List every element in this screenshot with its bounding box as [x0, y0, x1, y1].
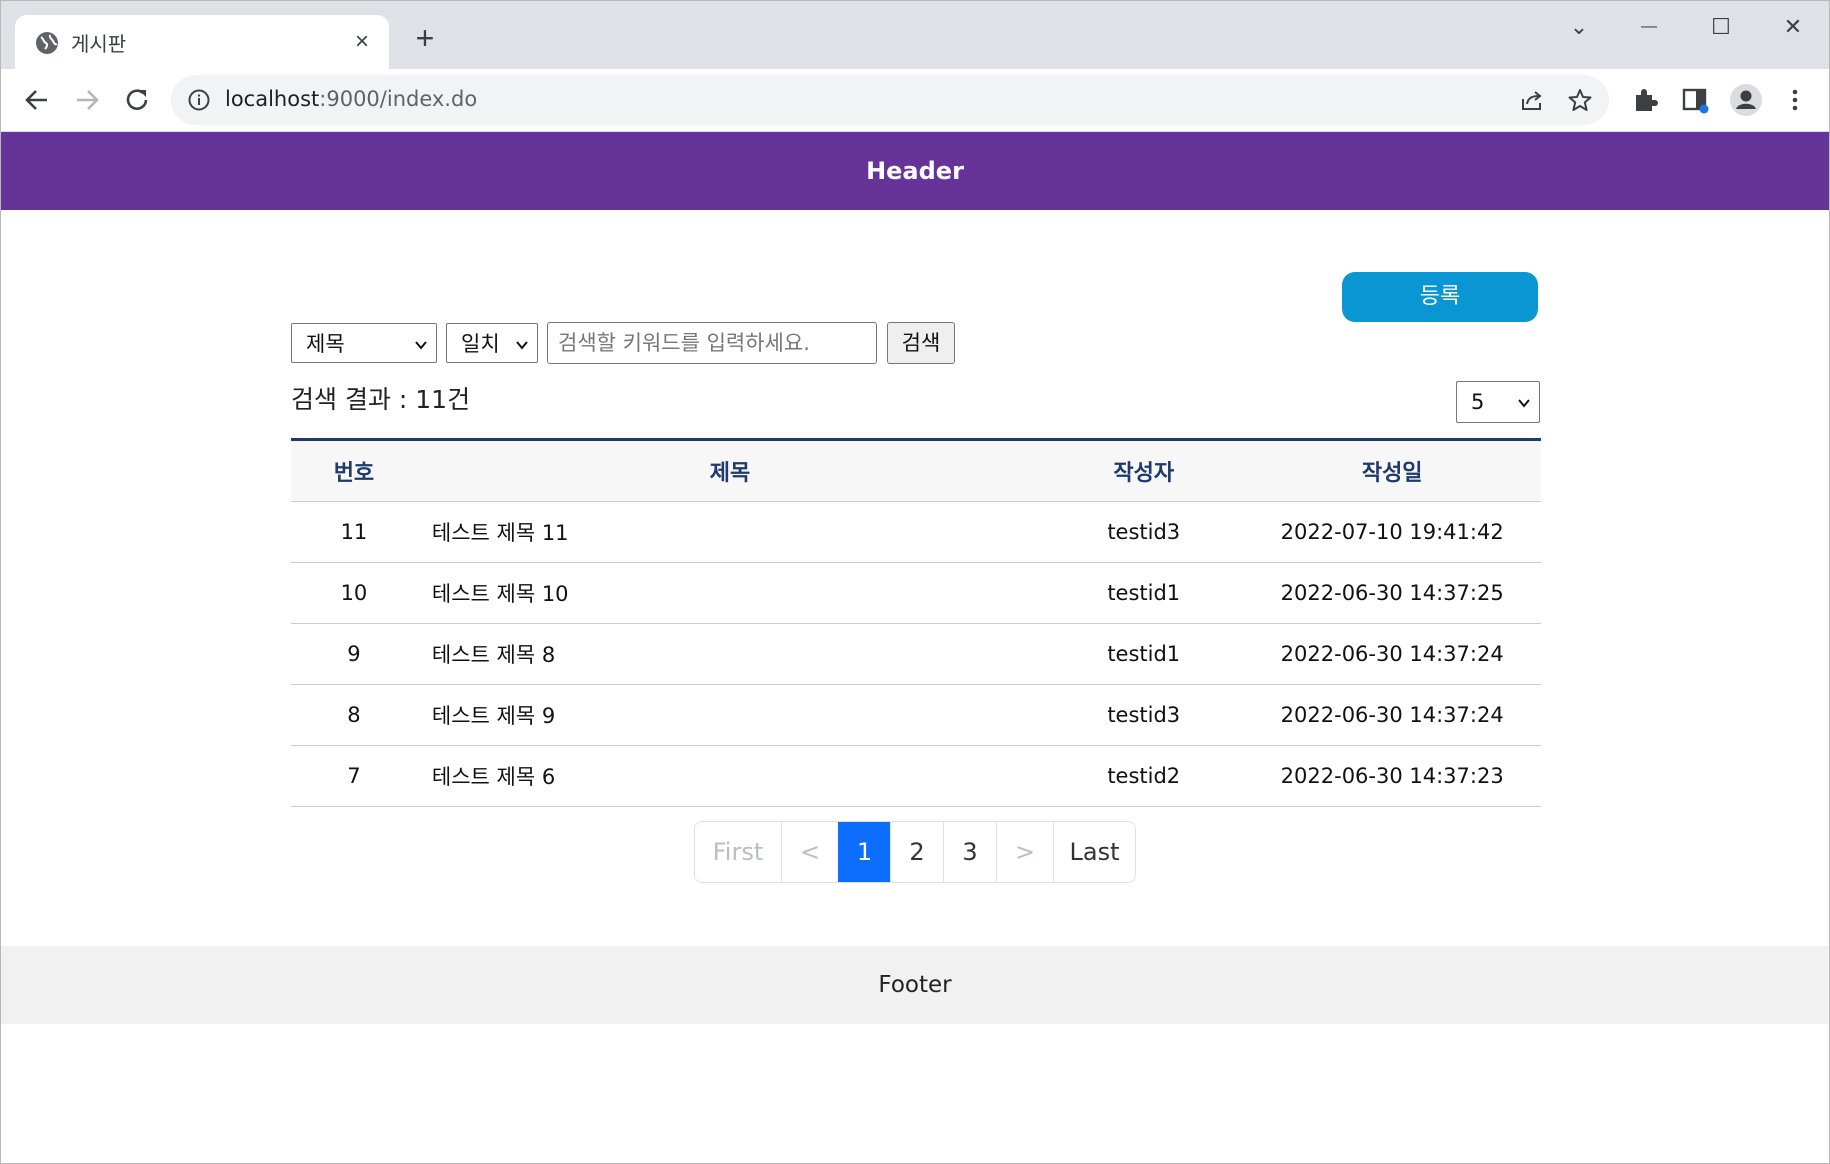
- back-arrow-icon[interactable]: [19, 82, 55, 118]
- pagination-page-3[interactable]: 3: [943, 822, 996, 882]
- url-path: :9000/index.do: [319, 87, 478, 111]
- post-date: 2022-06-30 14:37:24: [1243, 623, 1541, 685]
- result-count: 검색 결과 : 11건: [291, 385, 471, 414]
- post-title-link[interactable]: 테스트 제목 10: [416, 562, 1045, 624]
- post-title-link[interactable]: 테스트 제목 9: [416, 684, 1045, 746]
- share-icon[interactable]: [1519, 87, 1545, 113]
- page-size-select[interactable]: 5: [1456, 381, 1540, 423]
- pagination-page-2[interactable]: 2: [890, 822, 943, 882]
- column-header-writer: 작성자: [1044, 438, 1244, 502]
- bookmark-star-icon[interactable]: [1567, 87, 1593, 113]
- tab-close-icon[interactable]: ×: [349, 29, 375, 55]
- post-writer: testid1: [1044, 623, 1244, 685]
- post-number: 8: [291, 684, 417, 746]
- search-field-value: 제목: [306, 332, 345, 356]
- column-header-number: 번호: [291, 438, 417, 502]
- browser-tab[interactable]: 게시판 ×: [15, 15, 389, 69]
- post-number: 11: [291, 501, 417, 563]
- tab-search-dropdown-icon[interactable]: ⌄: [1549, 9, 1609, 45]
- register-button[interactable]: 등록: [1342, 272, 1538, 322]
- pagination-prev[interactable]: <: [781, 822, 838, 882]
- more-menu-icon[interactable]: [1781, 86, 1809, 114]
- post-writer: testid3: [1044, 501, 1244, 563]
- maximize-button[interactable]: ☐: [1691, 9, 1751, 45]
- page-size-value: 5: [1471, 390, 1485, 414]
- site-footer: Footer: [1, 946, 1829, 1024]
- table-header-row: 번호 제목 작성자 작성일: [291, 438, 1541, 502]
- address-bar[interactable]: localhost:9000/index.do: [171, 75, 1609, 125]
- post-title-link[interactable]: 테스트 제목 8: [416, 623, 1045, 685]
- browser-toolbar: localhost:9000/index.do: [1, 69, 1829, 132]
- table-row[interactable]: 10 테스트 제목 10 testid1 2022-06-30 14:37:25: [291, 562, 1541, 624]
- new-tab-button[interactable]: +: [409, 22, 441, 55]
- url-host: localhost: [225, 87, 320, 111]
- site-header: Header: [1, 132, 1829, 210]
- search-button[interactable]: 검색: [887, 322, 955, 364]
- search-keyword-input[interactable]: 검색할 키워드를 입력하세요.: [547, 322, 877, 364]
- close-window-button[interactable]: ✕: [1763, 9, 1823, 45]
- browser-window: 게시판 × + ⌄ — ☐ ✕ localhost:9000/index.do: [0, 0, 1830, 1164]
- post-date: 2022-07-10 19:41:42: [1243, 501, 1541, 563]
- post-writer: testid2: [1044, 745, 1244, 807]
- side-panel-icon[interactable]: [1681, 86, 1709, 114]
- pagination-next[interactable]: >: [996, 822, 1053, 882]
- post-writer: testid3: [1044, 684, 1244, 746]
- post-title-link[interactable]: 테스트 제목 11: [416, 501, 1045, 563]
- pagination: First < 1 2 3 > Last: [694, 821, 1136, 883]
- post-number: 9: [291, 623, 417, 685]
- pagination-page-1[interactable]: 1: [838, 822, 890, 882]
- table-row[interactable]: 7 테스트 제목 6 testid2 2022-06-30 14:37:23: [291, 745, 1541, 807]
- search-match-select[interactable]: 일치: [446, 323, 538, 363]
- column-header-date: 작성일: [1243, 438, 1541, 502]
- table-row[interactable]: 11 테스트 제목 11 testid3 2022-07-10 19:41:42: [291, 501, 1541, 563]
- chevron-down-icon: [1518, 399, 1530, 408]
- pagination-last[interactable]: Last: [1053, 822, 1135, 882]
- site-info-icon[interactable]: [187, 88, 211, 112]
- post-title-link[interactable]: 테스트 제목 6: [416, 745, 1045, 807]
- column-header-title: 제목: [416, 438, 1045, 502]
- post-number: 10: [291, 562, 417, 624]
- post-date: 2022-06-30 14:37:25: [1243, 562, 1541, 624]
- chevron-down-icon: [516, 341, 528, 350]
- post-number: 7: [291, 745, 417, 807]
- post-writer: testid1: [1044, 562, 1244, 624]
- search-field-select[interactable]: 제목: [291, 323, 437, 363]
- extensions-puzzle-icon[interactable]: [1631, 86, 1659, 114]
- post-date: 2022-06-30 14:37:24: [1243, 684, 1541, 746]
- pagination-first[interactable]: First: [695, 822, 781, 882]
- tab-strip: 게시판 × + ⌄ — ☐ ✕: [1, 1, 1829, 69]
- reload-icon[interactable]: [119, 82, 155, 118]
- post-date: 2022-06-30 14:37:23: [1243, 745, 1541, 807]
- profile-avatar-icon[interactable]: [1729, 83, 1763, 117]
- tab-title: 게시판: [71, 32, 127, 56]
- forward-arrow-icon[interactable]: [69, 82, 105, 118]
- url-text[interactable]: localhost:9000/index.do: [225, 87, 477, 111]
- minimize-button[interactable]: —: [1619, 9, 1679, 45]
- table-row[interactable]: 9 테스트 제목 8 testid1 2022-06-30 14:37:24: [291, 623, 1541, 685]
- search-match-value: 일치: [461, 332, 500, 356]
- chevron-down-icon: [415, 341, 427, 350]
- board-table: 번호 제목 작성자 작성일 11 테스트 제목 11 testid3 2022-…: [291, 438, 1541, 807]
- page-content: Header 등록 제목 일치 검색할 키워드를 입력하세요. 검색 검색 결과…: [1, 132, 1829, 1163]
- table-row[interactable]: 8 테스트 제목 9 testid3 2022-06-30 14:37:24: [291, 684, 1541, 746]
- globe-icon: [36, 32, 58, 54]
